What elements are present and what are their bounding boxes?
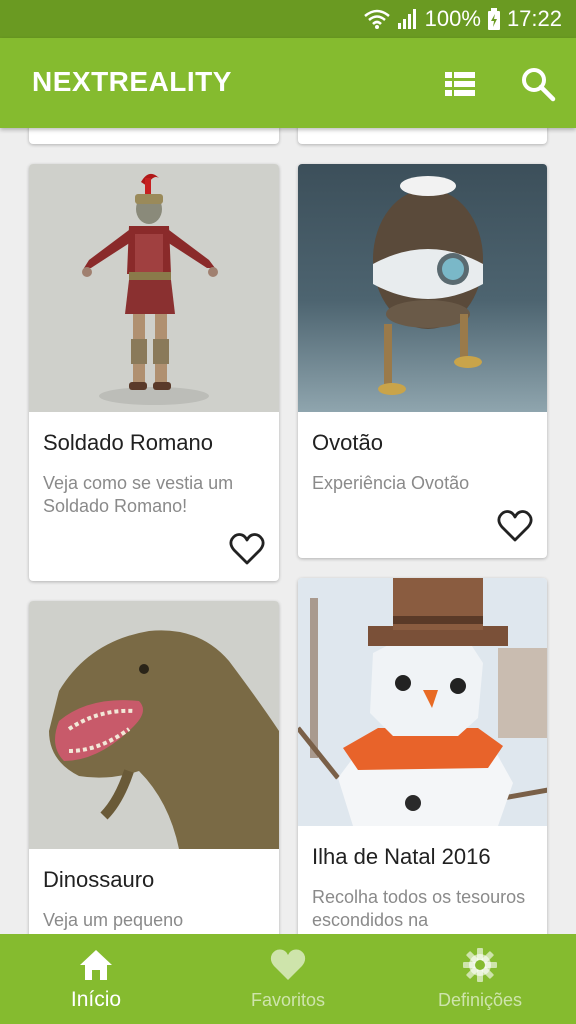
card-title: Ovotão [312,430,383,455]
card-title: Dinossauro [43,867,155,892]
card-partial-left[interactable] [29,128,279,144]
search-icon[interactable] [518,64,558,104]
nav-label: Início [70,988,122,1011]
signal-icon [397,9,416,29]
wifi-icon [363,9,390,29]
card-dinossauro[interactable]: Dinossauro Veja um pequeno [29,601,279,934]
card-image-roman-soldier [29,164,279,412]
nav-item-favoritos[interactable]: Favoritos [192,934,384,1024]
battery-charging-icon [487,8,500,30]
view-list-icon[interactable] [442,66,478,102]
card-title: Ilha de Natal 2016 [312,844,491,869]
heart-outline-icon[interactable] [229,532,265,566]
card-soldado-romano[interactable]: Soldado Romano Veja como se vestia um So… [29,164,279,581]
nav-label: Favoritos [250,990,326,1010]
heart-outline-icon[interactable] [497,509,533,543]
card-partial-right[interactable] [298,128,547,144]
card-description: Experiência Ovotão [312,473,470,493]
app-bar: NEXTREALITY [0,38,576,128]
clock: 17:22 [506,6,562,31]
home-icon [80,950,112,980]
card-description: Recolha todos os tesouros escondidos na [312,887,526,930]
heart-icon [270,949,306,980]
card-description: Veja como se vestia um Soldado Romano! [43,473,234,516]
app-title: NEXTREALITY [32,66,232,97]
nav-label: Definições [437,990,523,1010]
content-grid[interactable]: Soldado Romano Veja como se vestia um So… [0,128,576,934]
gear-icon [463,948,497,982]
card-title: Soldado Romano [43,430,214,455]
card-image-snowman [298,578,547,826]
card-ovotao[interactable]: Ovotão Experiência Ovotão [298,164,547,558]
card-image-dinosaur [29,601,279,849]
nav-item-definicoes[interactable]: Definições [384,934,576,1024]
card-description: Veja um pequeno [43,910,184,930]
battery-percent: 100% [424,6,481,31]
bottom-navigation: Início Favoritos Definições [0,934,576,1024]
card-image-egg-robot [298,164,547,412]
nav-item-inicio[interactable]: Início [0,934,192,1024]
card-ilha-de-natal[interactable]: Ilha de Natal 2016 Recolha todos os teso… [298,578,547,934]
status-bar: 100% 17:22 [0,0,576,38]
